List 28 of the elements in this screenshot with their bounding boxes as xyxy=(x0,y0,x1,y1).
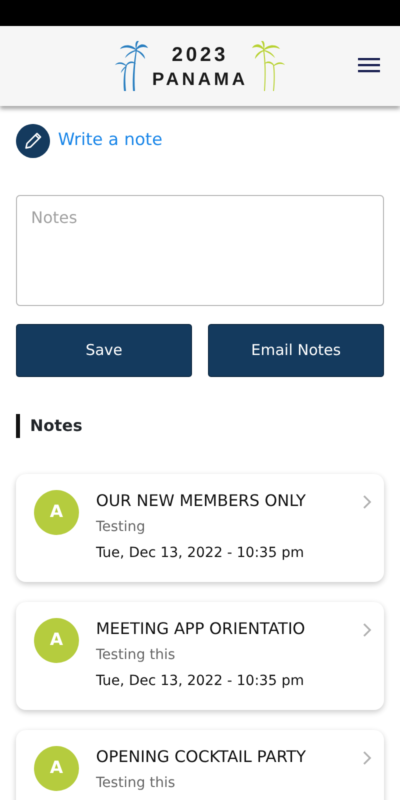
note-card[interactable]: A OPENING COCKTAIL PARTY Testing this xyxy=(16,730,384,800)
note-subtitle: Testing this xyxy=(96,646,176,665)
avatar: A xyxy=(34,746,79,791)
note-subtitle: Testing this xyxy=(96,774,176,793)
avatar: A xyxy=(34,618,79,663)
logo-year: 2023 xyxy=(172,44,228,64)
chevron-right-icon xyxy=(363,495,372,509)
note-title: OUR NEW MEMBERS ONLY xyxy=(96,490,307,512)
logo-name: PANAMA xyxy=(152,70,248,88)
palm-tree-icon xyxy=(114,41,148,91)
pencil-icon[interactable] xyxy=(16,124,50,158)
write-note-link[interactable]: Write a note xyxy=(58,128,162,154)
section-title: Notes xyxy=(16,414,384,438)
note-card[interactable]: A MEETING APP ORIENTATIO Testing this Tue, Dec 13, 2022 - 10:35 pm xyxy=(16,602,384,710)
save-button[interactable]: Save xyxy=(16,324,192,377)
note-date: Tue, Dec 13, 2022 - 10:35 pm xyxy=(96,672,305,691)
note-subtitle: Testing xyxy=(96,518,146,537)
avatar: A xyxy=(34,490,79,535)
email-notes-button[interactable]: Email Notes xyxy=(208,324,384,377)
chevron-right-icon xyxy=(363,623,372,637)
note-date: Tue, Dec 13, 2022 - 10:35 pm xyxy=(96,544,305,563)
note-title: OPENING COCKTAIL PARTY xyxy=(96,746,307,768)
notes-field[interactable]: Notes xyxy=(16,195,384,306)
chevron-right-icon xyxy=(363,751,372,765)
note-title: MEETING APP ORIENTATIO xyxy=(96,618,306,640)
note-card[interactable]: A OUR NEW MEMBERS ONLY Testing Tue, Dec 13, 2022 - 10:35 pm xyxy=(16,474,384,582)
menu-icon[interactable] xyxy=(358,57,380,73)
palm-tree-icon xyxy=(252,41,286,91)
